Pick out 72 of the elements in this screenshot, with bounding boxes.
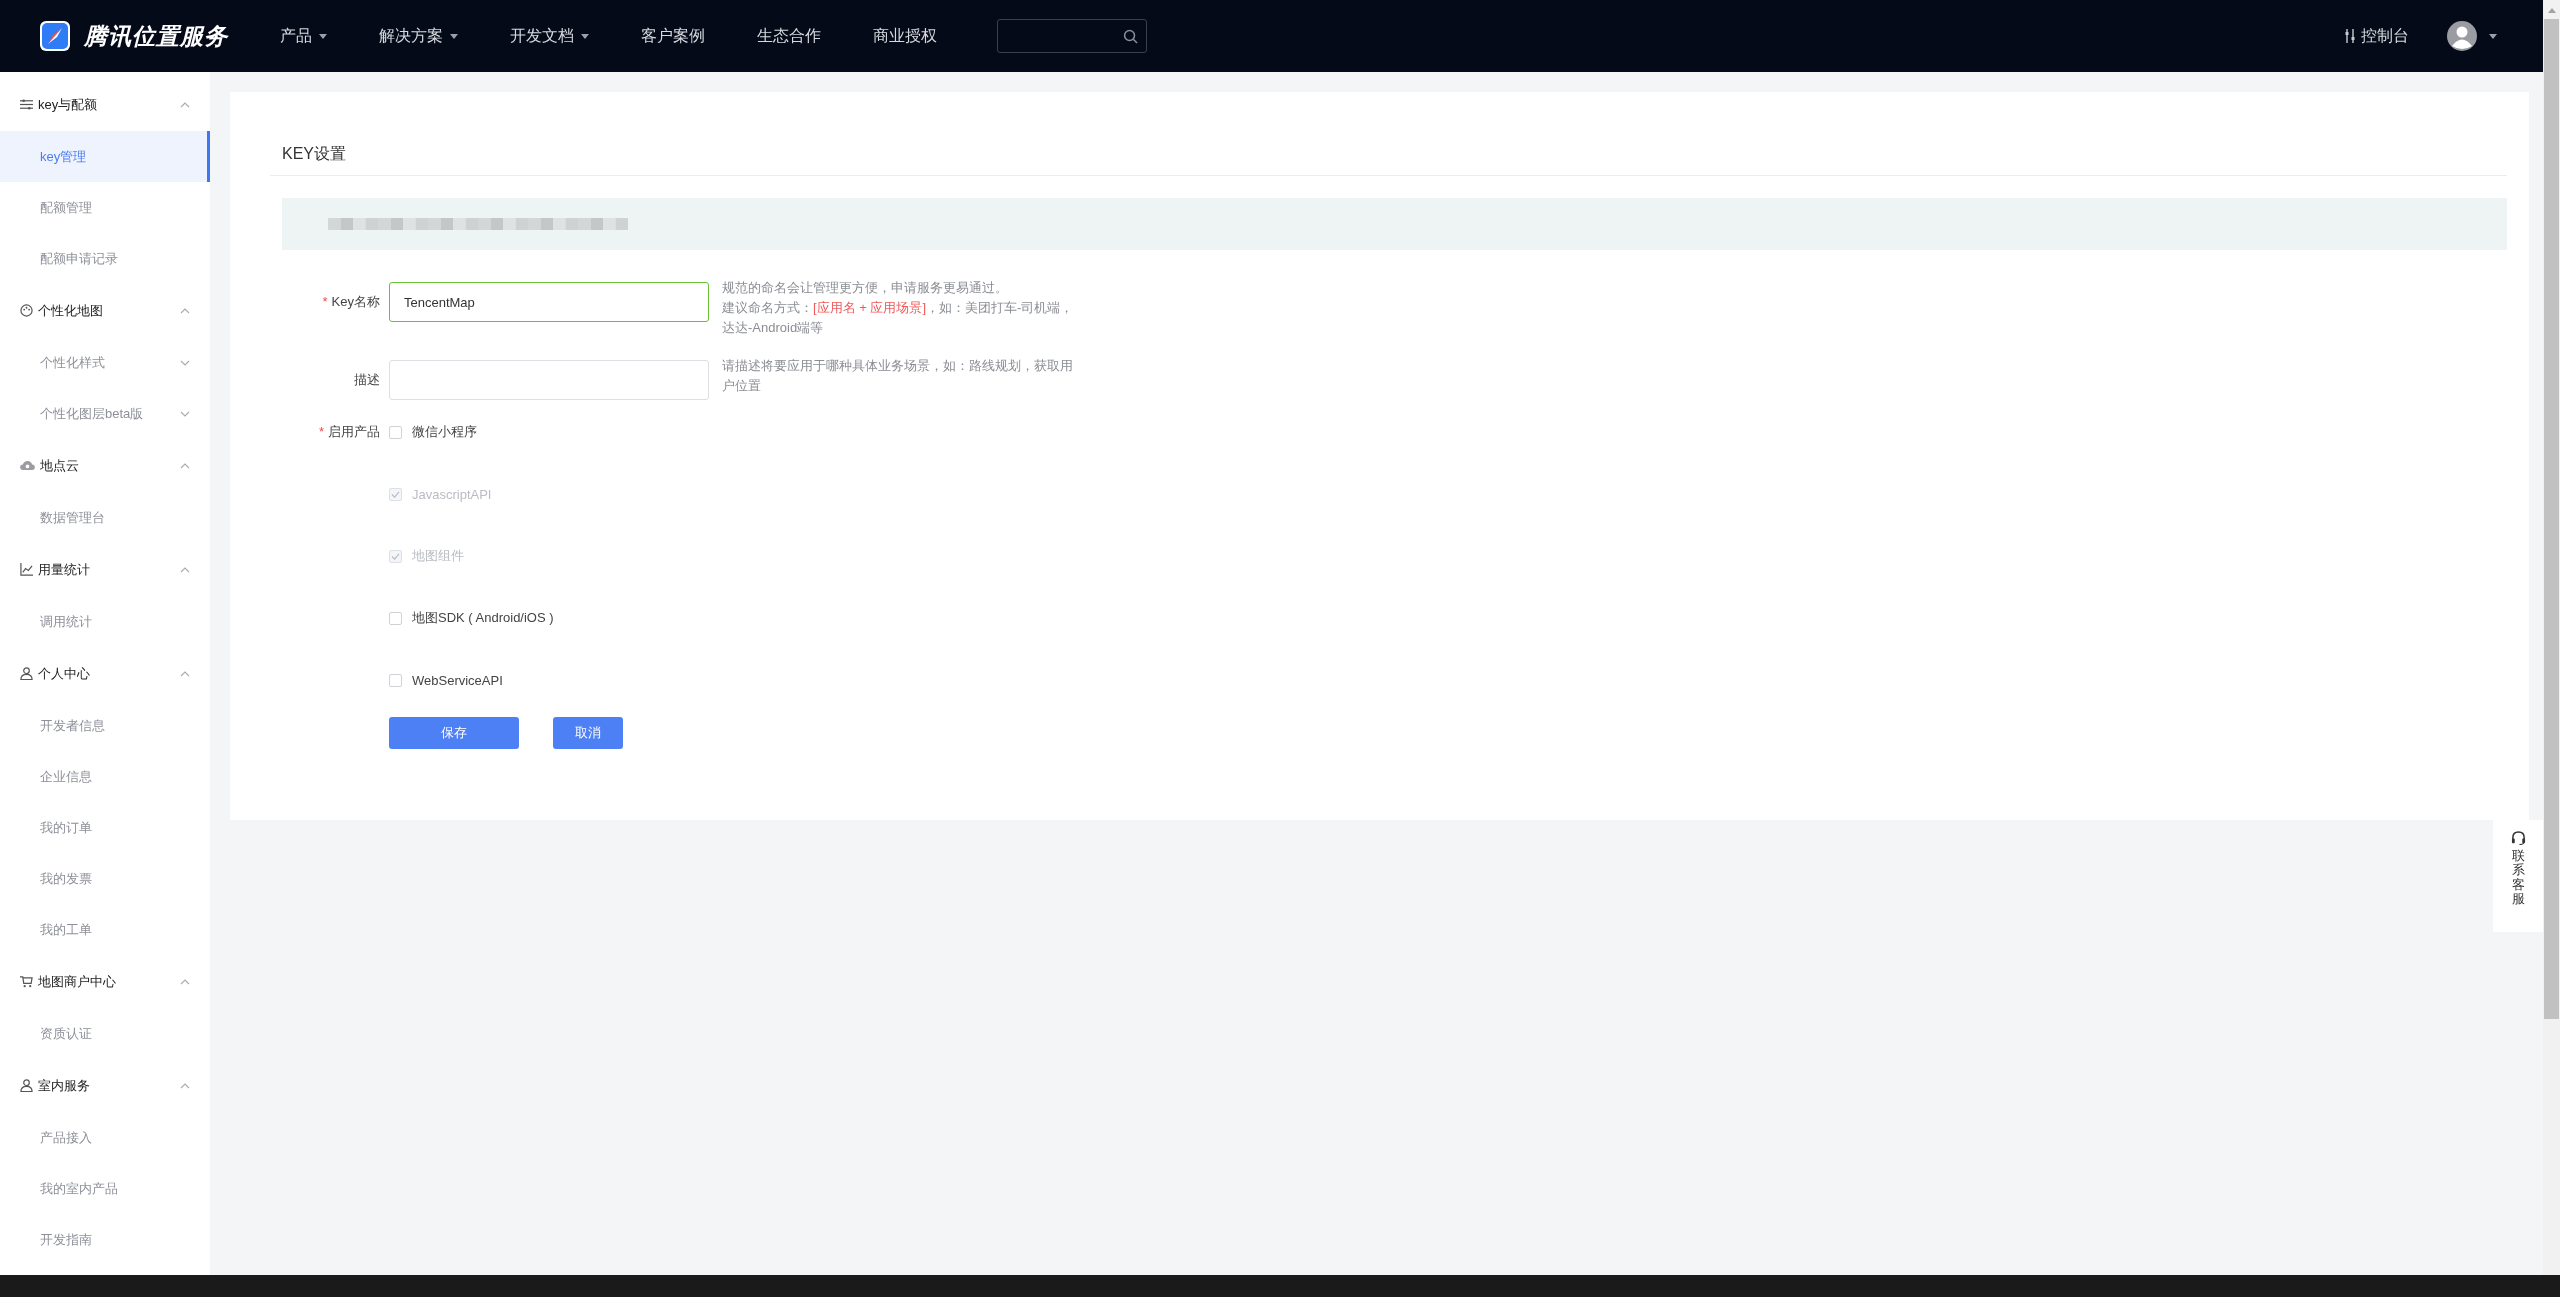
nav-link[interactable]: 产品 xyxy=(280,25,327,47)
checkbox[interactable] xyxy=(389,425,402,439)
sidebar-item[interactable]: key管理 xyxy=(0,131,210,182)
scrollbar[interactable] xyxy=(2543,0,2560,1275)
sidebar-item[interactable]: 我的发票 xyxy=(0,853,210,904)
user-icon xyxy=(20,667,33,680)
action-button[interactable]: 保存 xyxy=(389,717,519,749)
sidebar-item[interactable]: 配额管理 xyxy=(0,182,210,233)
scroll-up-icon[interactable] xyxy=(2547,8,2556,13)
scrollbar-thumb[interactable] xyxy=(2544,19,2559,1019)
field-label: Key名称 xyxy=(331,294,380,309)
headset-icon xyxy=(2510,830,2526,845)
required-mark: * xyxy=(318,424,324,439)
checkbox[interactable] xyxy=(389,611,402,625)
avatar-icon[interactable] xyxy=(2447,21,2477,51)
sidebar-item[interactable]: 我的工单 xyxy=(0,904,210,955)
sidebar-group-header[interactable]: key与配额 xyxy=(0,78,210,131)
nav-link[interactable]: 客户案例 xyxy=(641,25,705,47)
caret-icon xyxy=(450,33,458,39)
cart-icon xyxy=(20,975,33,988)
brand-title[interactable]: 腾讯位置服务 xyxy=(84,20,228,52)
caret-icon xyxy=(581,33,589,39)
sidebar-group-header[interactable]: 用量统计 xyxy=(0,543,210,596)
checkbox-label: JavascriptAPI xyxy=(412,486,492,502)
checkbox-label: 微信小程序 xyxy=(412,423,477,441)
console-link[interactable]: 控制台 xyxy=(2361,25,2409,47)
sidebar-item[interactable]: 资质认证 xyxy=(0,1008,210,1059)
caret-icon xyxy=(319,33,327,39)
nav-link[interactable]: 解决方案 xyxy=(379,25,458,47)
field-hint: 请描述将要应用于哪种具体业务场景，如：路线规划，获取用户位置 xyxy=(722,357,1074,395)
sidebar-item[interactable]: 开发者信息 xyxy=(0,700,210,751)
contact-service-widget[interactable]: 联系客服 xyxy=(2493,820,2543,932)
nav-link[interactable]: 生态合作 xyxy=(757,25,821,47)
checkbox-label: 地图组件 xyxy=(412,547,464,565)
nav-link[interactable]: 商业授权 xyxy=(873,25,937,47)
sidebar-group-header[interactable]: 个性化地图 xyxy=(0,284,210,337)
field-label: 启用产品 xyxy=(328,424,380,439)
text-input[interactable] xyxy=(389,360,709,400)
field-hint: 规范的命名会让管理更方便，申请服务更易通过。 建议命名方式：[应用名 + 应用场景]，如：美团打车-司机端，达达-Android端等 xyxy=(722,279,1074,337)
sidebar-item[interactable]: 个性化图层beta版 xyxy=(0,388,210,439)
checkbox-label: WebServiceAPI xyxy=(412,672,503,688)
user-icon xyxy=(20,1079,33,1092)
sliders-icon xyxy=(20,98,33,111)
section-title: KEY设置 xyxy=(270,92,2507,176)
required-mark: * xyxy=(322,294,328,309)
field-label: 描述 xyxy=(354,372,380,387)
sliders-icon xyxy=(2345,29,2355,43)
checkbox[interactable] xyxy=(389,673,402,687)
nav-link[interactable]: 开发文档 xyxy=(510,25,589,47)
cloud-icon xyxy=(20,460,35,471)
line-chart-icon xyxy=(20,563,33,576)
sidebar-item[interactable]: 我的订单 xyxy=(0,802,210,853)
sidebar-item[interactable]: 开发指南 xyxy=(0,1214,210,1265)
sidebar-item[interactable]: 产品接入 xyxy=(0,1112,210,1163)
sidebar-item[interactable]: 企业信息 xyxy=(0,751,210,802)
sidebar-group-header[interactable]: 地点云 xyxy=(0,439,210,492)
sidebar-item[interactable]: 个性化样式 xyxy=(0,337,210,388)
text-input[interactable]: TencentMap xyxy=(389,282,709,322)
sidebar-item[interactable]: 我的室内产品 xyxy=(0,1163,210,1214)
search-icon xyxy=(1123,28,1138,44)
sidebar-item[interactable]: 调用统计 xyxy=(0,596,210,647)
checkbox-label: 地图SDK ( Android/iOS ) xyxy=(412,609,554,627)
sidebar-group-header[interactable]: 室内服务 xyxy=(0,1059,210,1112)
sidebar-group-header[interactable]: 个人中心 xyxy=(0,647,210,700)
compass-logo-icon[interactable] xyxy=(40,21,70,51)
caret-icon[interactable] xyxy=(2489,33,2497,39)
action-button[interactable]: 取消 xyxy=(553,717,623,749)
sidebar-group-header[interactable]: 地图商户中心 xyxy=(0,955,210,1008)
palette-icon xyxy=(20,304,33,317)
sidebar-item[interactable]: 数据管理台 xyxy=(0,492,210,543)
search-field[interactable] xyxy=(997,19,1147,53)
sidebar-item[interactable]: 配额申请记录 xyxy=(0,233,210,284)
